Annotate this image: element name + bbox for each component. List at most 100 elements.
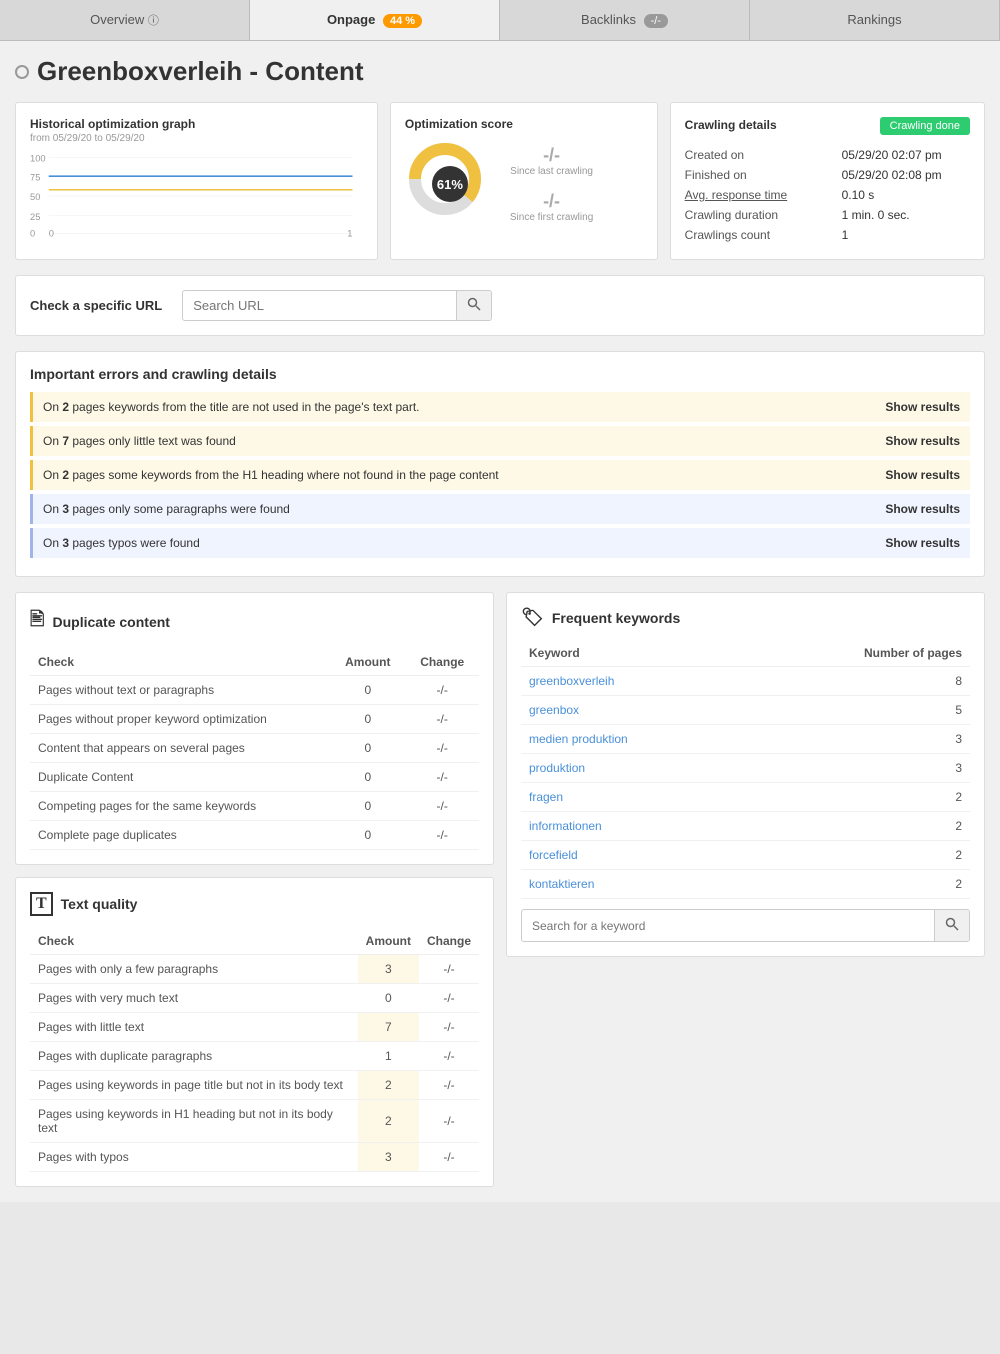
right-column: 🏷 Frequent keywords Keyword Number of pa… [506, 592, 985, 1187]
crawling-value-3: 1 min. 0 sec. [842, 205, 970, 225]
crawling-label-0: Created on [685, 145, 842, 165]
error-text-3: On 3 pages only some paragraphs were fou… [43, 502, 290, 516]
table-row: Crawlings count 1 [685, 225, 970, 245]
show-results-1[interactable]: Show results [885, 434, 960, 448]
error-row-3: On 3 pages only some paragraphs were fou… [30, 494, 970, 524]
donut-chart: 61% [405, 139, 495, 229]
dup-change-1: -/- [405, 705, 479, 734]
error-text-4: On 3 pages typos were found [43, 536, 200, 550]
table-row: forcefield 2 [521, 841, 970, 870]
status-dot [15, 65, 29, 79]
score-last-label: Since last crawling [510, 166, 593, 177]
dup-change-5: -/- [405, 821, 479, 850]
dup-check-0: Pages without text or paragraphs [30, 676, 330, 705]
error-row-4: On 3 pages typos were found Show results [30, 528, 970, 558]
keyword-search-wrap [521, 909, 970, 942]
keyword-link-7[interactable]: kontaktieren [529, 877, 594, 891]
frequent-keywords-title: Frequent keywords [552, 610, 680, 626]
tq-change-3: -/- [419, 1042, 479, 1071]
table-row: Pages without proper keyword optimizatio… [30, 705, 479, 734]
kw-count-5: 2 [746, 812, 970, 841]
keyword-link-3[interactable]: produktion [529, 761, 585, 775]
table-row: medien produktion 3 [521, 725, 970, 754]
tab-overview[interactable]: Overview ⓘ [0, 0, 250, 40]
donut-center-label: 61% [432, 166, 468, 202]
keyword-link-4[interactable]: fragen [529, 790, 563, 804]
table-row: Pages with very much text 0 -/- [30, 984, 479, 1013]
keyword-link-2[interactable]: medien produktion [529, 732, 628, 746]
crawling-title: Crawling details [685, 118, 777, 132]
crawling-details-card: Crawling done Crawling details Created o… [670, 102, 985, 260]
dup-change-4: -/- [405, 792, 479, 821]
kw-3: produktion [521, 754, 746, 783]
dup-check-2: Content that appears on several pages [30, 734, 330, 763]
table-row: Content that appears on several pages 0 … [30, 734, 479, 763]
table-row: Competing pages for the same keywords 0 … [30, 792, 479, 821]
table-row: Pages without text or paragraphs 0 -/- [30, 676, 479, 705]
keyword-link-6[interactable]: forcefield [529, 848, 578, 862]
col-change: Change [405, 649, 479, 676]
svg-text:0: 0 [49, 229, 54, 239]
tq-amount-3: 1 [358, 1042, 419, 1071]
kw-5: informationen [521, 812, 746, 841]
dup-amount-0: 0 [330, 676, 405, 705]
graph-title: Historical optimization graph [30, 117, 363, 131]
kw-1: greenbox [521, 696, 746, 725]
tq-amount-4: 2 [358, 1071, 419, 1100]
kw-2: medien produktion [521, 725, 746, 754]
kw-col-pages: Number of pages [746, 640, 970, 667]
show-results-3[interactable]: Show results [885, 502, 960, 516]
tq-check-2: Pages with little text [30, 1013, 358, 1042]
kw-4: fragen [521, 783, 746, 812]
tq-change-0: -/- [419, 955, 479, 984]
table-row: Finished on 05/29/20 02:08 pm [685, 165, 970, 185]
keyword-search-input[interactable] [522, 912, 934, 940]
frequent-keywords-header: 🏷 Frequent keywords [521, 607, 970, 628]
dup-change-2: -/- [405, 734, 479, 763]
table-row: Complete page duplicates 0 -/- [30, 821, 479, 850]
crawling-label-1: Finished on [685, 165, 842, 185]
tq-col-change: Change [419, 928, 479, 955]
tab-rankings[interactable]: Rankings [750, 0, 1000, 40]
show-results-4[interactable]: Show results [885, 536, 960, 550]
tab-overview-label: Overview [90, 12, 144, 27]
keyword-link-0[interactable]: greenboxverleih [529, 674, 614, 688]
crawling-value-4: 1 [842, 225, 970, 245]
url-search-wrap [182, 290, 492, 321]
text-quality-icon: T [30, 892, 53, 916]
graph-svg: 100 75 50 25 0 0 1 [30, 152, 363, 242]
text-quality-table: Check Amount Change Pages with only a fe… [30, 928, 479, 1172]
main-content: Greenboxverleih - Content Historical opt… [0, 41, 1000, 1202]
duplicate-content-header: 🖹 Duplicate content [30, 607, 479, 637]
url-search-button[interactable] [456, 291, 491, 320]
col-amount: Amount [330, 649, 405, 676]
error-row-0: On 2 pages keywords from the title are n… [30, 392, 970, 422]
duplicate-content-title: Duplicate content [52, 614, 169, 630]
dup-change-3: -/- [405, 763, 479, 792]
score-content: 61% -/- Since last crawling -/- Since fi… [405, 139, 643, 229]
tab-onpage[interactable]: Onpage 44 % [250, 0, 500, 40]
keyword-link-1[interactable]: greenbox [529, 703, 579, 717]
table-row: Avg. response time 0.10 s [685, 185, 970, 205]
tq-check-3: Pages with duplicate paragraphs [30, 1042, 358, 1071]
table-row: Pages with duplicate paragraphs 1 -/- [30, 1042, 479, 1071]
kw-6: forcefield [521, 841, 746, 870]
error-text-0: On 2 pages keywords from the title are n… [43, 400, 420, 414]
kw-search-icon [945, 917, 959, 931]
kw-count-4: 2 [746, 783, 970, 812]
keyword-link-5[interactable]: informationen [529, 819, 602, 833]
dup-check-3: Duplicate Content [30, 763, 330, 792]
tab-backlinks[interactable]: Backlinks -/- [500, 0, 750, 40]
url-search-input[interactable] [183, 292, 456, 319]
tq-amount-2: 7 [358, 1013, 419, 1042]
keyword-search-button[interactable] [934, 910, 969, 941]
show-results-0[interactable]: Show results [885, 400, 960, 414]
tab-onpage-label: Onpage [327, 12, 375, 27]
table-row: Pages with only a few paragraphs 3 -/- [30, 955, 479, 984]
tq-change-5: -/- [419, 1100, 479, 1143]
show-results-2[interactable]: Show results [885, 468, 960, 482]
tq-amount-5: 2 [358, 1100, 419, 1143]
table-row: Created on 05/29/20 02:07 pm [685, 145, 970, 165]
dup-amount-2: 0 [330, 734, 405, 763]
col-check: Check [30, 649, 330, 676]
